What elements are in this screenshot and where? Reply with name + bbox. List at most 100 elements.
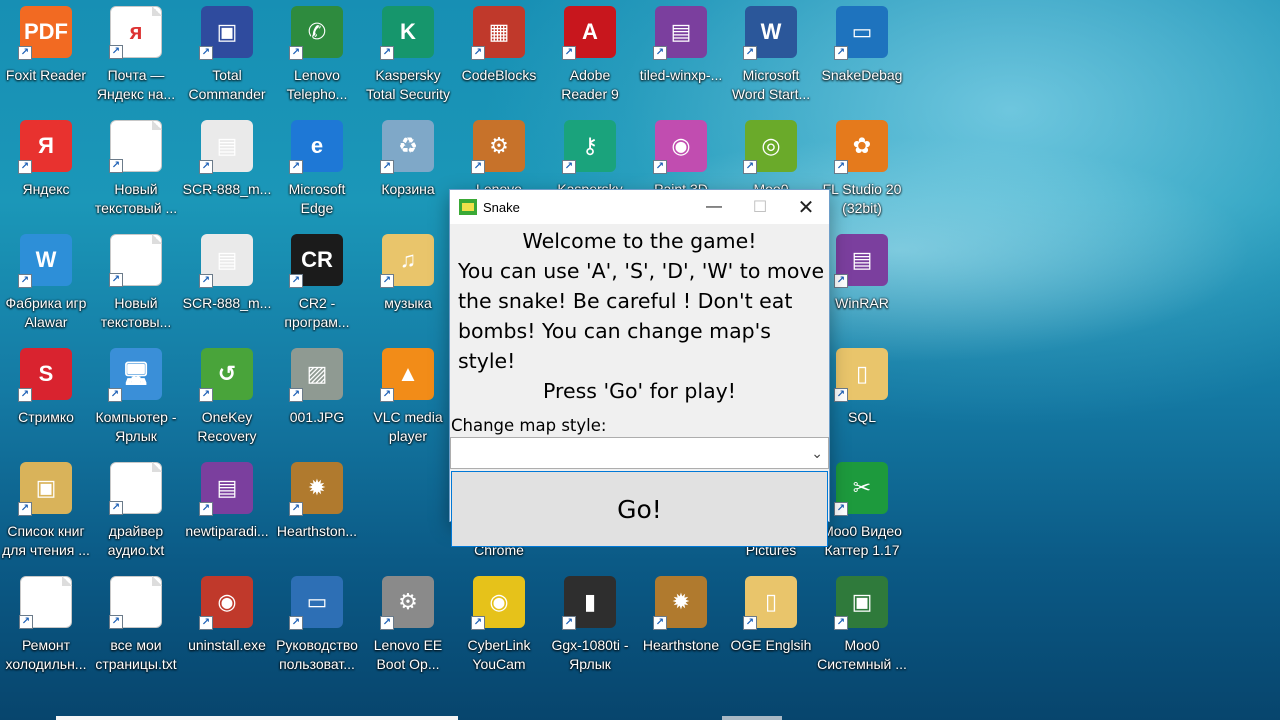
- go-button[interactable]: Go!: [451, 471, 828, 547]
- desktop-icon[interactable]: PDF ↗ Foxit Reader: [0, 0, 92, 112]
- desktop-icon[interactable]: ▯ ↗ OGE Englsih: [725, 570, 817, 682]
- shortcut-arrow-icon: ↗: [380, 616, 394, 630]
- desktop-icon-label: Компьютер - Ярлык: [95, 409, 177, 444]
- desktop-icon[interactable]: ✹ ↗ Hearthstone: [635, 570, 727, 682]
- desktop-icon[interactable]: W ↗ Фабрика игр Alawar: [0, 228, 92, 340]
- desktop-icon[interactable]: A ↗ Adobe Reader 9: [544, 0, 636, 112]
- desktop-icon[interactable]: ▭ ↗ Руководство пользоват...: [271, 570, 363, 682]
- desktop-icon-label: Microsoft Word Start...: [731, 67, 811, 102]
- desktop-icon[interactable]: ♻ ↗ Корзина: [362, 114, 454, 226]
- desktop-icon-label: Moo0 Системный ...: [817, 637, 907, 672]
- desktop-icon-label: Total Commander: [188, 67, 266, 102]
- desktop-icon-label: uninstall.exe: [188, 637, 266, 653]
- desktop-icon[interactable]: ▲ ↗ VLC media player: [362, 342, 454, 454]
- shortcut-arrow-icon: ↗: [471, 616, 485, 630]
- desktop-icon[interactable]: ↗ драйвер аудио.txt: [90, 456, 182, 568]
- cr2-icon: CR ↗: [289, 234, 343, 288]
- shortcut-arrow-icon: ↗: [653, 616, 667, 630]
- desktop-icon[interactable]: ↗ Новый текстовы...: [90, 228, 182, 340]
- lenovo-guide-icon: ▭ ↗: [289, 576, 343, 630]
- shortcut-arrow-icon: ↗: [109, 45, 123, 59]
- desktop-icon[interactable]: ▣ ↗ Total Commander: [181, 0, 273, 112]
- desktop-icon[interactable]: ▮ ↗ Ggx-1080ti - Ярлык: [544, 570, 636, 682]
- desktop-icon[interactable]: ♫ ↗ музыка: [362, 228, 454, 340]
- desktop-icon[interactable]: CR ↗ CR2 - програм...: [271, 228, 363, 340]
- desktop-icon[interactable]: ▤ ↗ SCR-888_m...: [181, 228, 273, 340]
- minimize-button[interactable]: —: [691, 190, 737, 224]
- archive-file-icon: ▤ ↗: [199, 120, 253, 174]
- title-bar[interactable]: Snake — ☐ ✕: [450, 190, 829, 224]
- desktop-icon-label: драйвер аудио.txt: [107, 523, 165, 558]
- desktop-icon[interactable]: ✹ ↗ Hearthston...: [271, 456, 363, 568]
- desktop-icon-label: Новый текстовы...: [100, 295, 172, 330]
- desktop-icon[interactable]: ▤ ↗ newtiparadi...: [181, 456, 273, 568]
- shortcut-arrow-icon: ↗: [834, 46, 848, 60]
- desktop-icon[interactable]: я ↗ Почта — Яндекс на...: [90, 0, 182, 112]
- shortcut-arrow-icon: ↗: [653, 160, 667, 174]
- map-style-select[interactable]: ⌄: [450, 437, 829, 469]
- shortcut-arrow-icon: ↗: [289, 616, 303, 630]
- shortcut-arrow-icon: ↗: [109, 273, 123, 287]
- gear-settings-icon: ⚙ ↗: [380, 576, 434, 630]
- maximize-button[interactable]: ☐: [737, 190, 783, 224]
- desktop-icon-label: newtiparadi...: [185, 523, 269, 539]
- desktop-icon-label: Яндекс: [22, 181, 70, 197]
- welcome-text: Welcome to the game! You can use 'A', 'S…: [450, 226, 829, 406]
- shortcut-arrow-icon: ↗: [108, 388, 122, 402]
- strimko-icon: S ↗: [18, 348, 72, 402]
- shortcut-arrow-icon: ↗: [653, 46, 667, 60]
- desktop-icon[interactable]: ▣ ↗ Moo0 Системный ...: [816, 570, 908, 682]
- desktop-icon-label: Lenovo Telepho...: [286, 67, 348, 102]
- shortcut-arrow-icon: ↗: [199, 46, 213, 60]
- desktop-icon[interactable]: S ↗ Стримко: [0, 342, 92, 454]
- shortcut-arrow-icon: ↗: [471, 160, 485, 174]
- shortcut-arrow-icon: ↗: [19, 615, 33, 629]
- desktop-icon[interactable]: ▭ ↗ SnakeDebag: [816, 0, 908, 112]
- desktop-icon[interactable]: ▤ ↗ SCR-888_m...: [181, 114, 273, 226]
- document-icon: я ↗: [109, 6, 162, 59]
- desktop-icon-label: Moo0 Видео Каттер 1.17: [822, 523, 902, 558]
- desktop-icon[interactable]: ↗ все мои страницы.txt: [90, 570, 182, 682]
- shortcut-arrow-icon: ↗: [289, 388, 303, 402]
- uninstall-icon: ◉ ↗: [199, 576, 253, 630]
- shortcut-arrow-icon: ↗: [380, 160, 394, 174]
- desktop-icon-label: Adobe Reader 9: [561, 67, 619, 102]
- shortcut-arrow-icon: ↗: [18, 46, 32, 60]
- shortcut-arrow-icon: ↗: [834, 616, 848, 630]
- desktop-icon[interactable]: 🖥 ↗ Компьютер - Ярлык: [90, 342, 182, 454]
- desktop-icon[interactable]: ▨ ↗ 001.JPG: [271, 342, 363, 454]
- desktop-icon[interactable]: ↺ ↗ OneKey Recovery: [181, 342, 273, 454]
- desktop-icon[interactable]: ↗ Новый текстовый ...: [90, 114, 182, 226]
- desktop-icon[interactable]: ▤ ↗ tiled-winxp-...: [635, 0, 727, 112]
- desktop-icon[interactable]: ↗ Ремонт холодильн...: [0, 570, 92, 682]
- music-folder-icon: ♫ ↗: [380, 234, 434, 288]
- welcome-line-1: You can use 'A', 'S', 'D', 'W' to move: [458, 259, 825, 283]
- desktop-icon[interactable]: ▣ ↗ Список книг для чтения ...: [0, 456, 92, 568]
- desktop-icon-label: Foxit Reader: [5, 67, 87, 83]
- desktop-icon-label: tiled-winxp-...: [639, 67, 723, 83]
- desktop-icon[interactable]: K ↗ Kaspersky Total Security: [362, 0, 454, 112]
- shortcut-arrow-icon: ↗: [743, 160, 757, 174]
- desktop-icon[interactable]: ⚙ ↗ Lenovo EE Boot Op...: [362, 570, 454, 682]
- folder-icon: ▯↗: [834, 348, 888, 402]
- close-button[interactable]: ✕: [783, 190, 829, 224]
- codeblocks-icon: ▦ ↗: [471, 6, 525, 60]
- shortcut-arrow-icon: ↗: [199, 502, 213, 516]
- desktop-icon[interactable]: Я ↗ Яндекс: [0, 114, 92, 226]
- moo0-disc-icon: ◎ ↗: [743, 120, 797, 174]
- shortcut-arrow-icon: ↗: [109, 615, 123, 629]
- desktop-icon[interactable]: W ↗ Microsoft Word Start...: [725, 0, 817, 112]
- computer-icon: 🖥 ↗: [108, 348, 162, 402]
- snake-window: Snake — ☐ ✕ Welcome to the game! You can…: [449, 189, 830, 547]
- desktop-icon[interactable]: ▦ ↗ CodeBlocks: [453, 0, 545, 112]
- desktop-icon-label: OGE Englsih: [730, 637, 812, 653]
- desktop-icon[interactable]: ◉ ↗ CyberLink YouCam: [453, 570, 545, 682]
- shortcut-arrow-icon: ↗: [380, 46, 394, 60]
- desktop-icon[interactable]: e ↗ Microsoft Edge: [271, 114, 363, 226]
- chevron-down-icon[interactable]: ⌄: [811, 445, 823, 462]
- desktop-icon[interactable]: ✆ ↗ Lenovo Telepho...: [271, 0, 363, 112]
- desktop-icon-label: SCR-888_m...: [182, 181, 272, 197]
- desktop-icon[interactable]: ◉ ↗ uninstall.exe: [181, 570, 273, 682]
- desktop-icon-label: Почта — Яндекс на...: [96, 67, 176, 102]
- kaspersky-icon: K ↗: [380, 6, 434, 60]
